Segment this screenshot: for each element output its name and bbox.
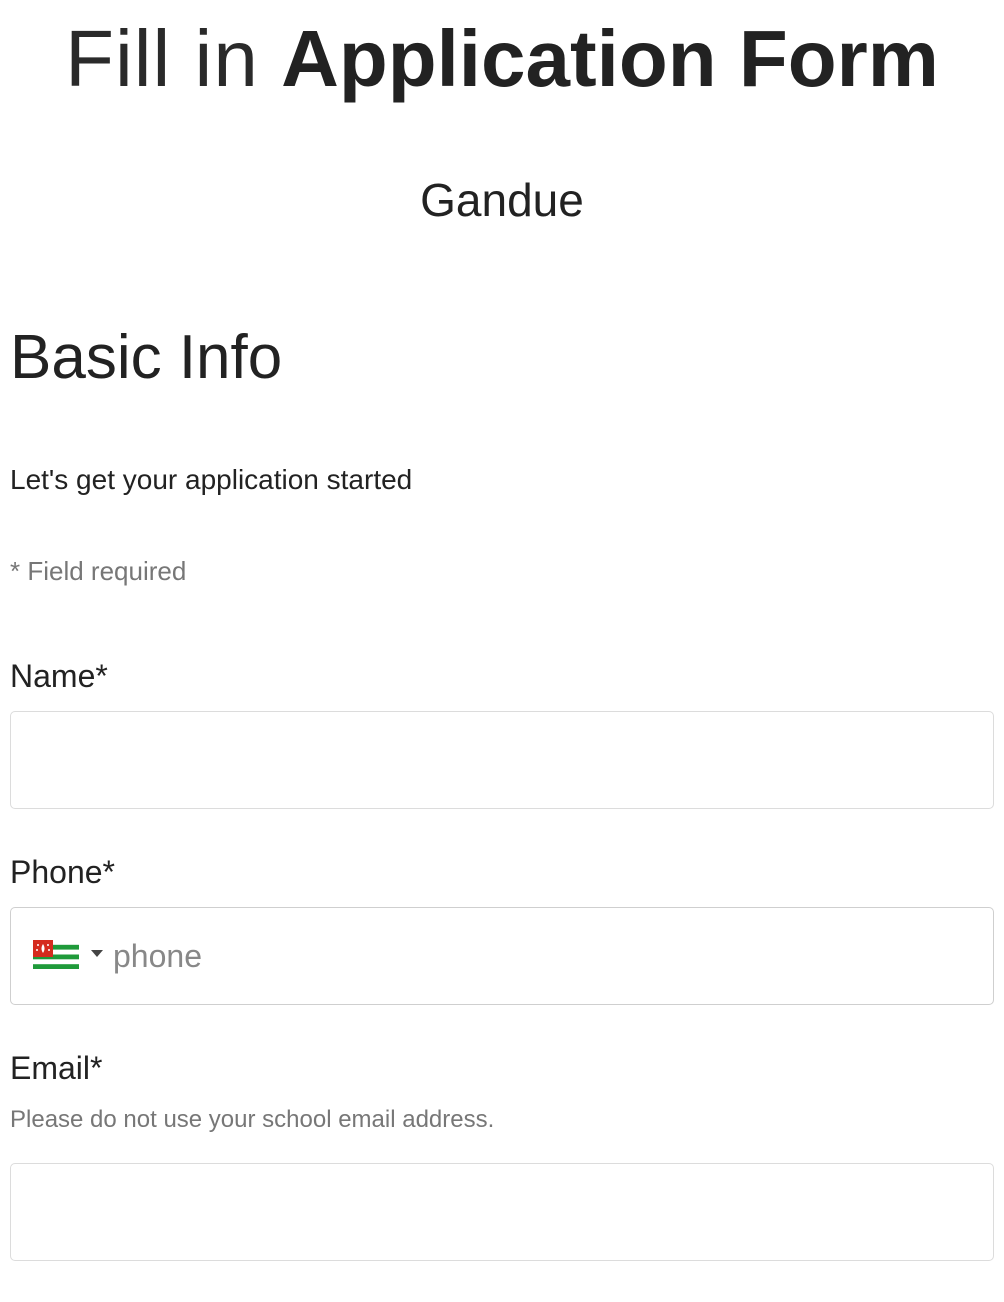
section-title: Basic Info — [10, 323, 283, 392]
email-input[interactable] — [11, 1164, 993, 1260]
application-form-page: Fill in Application Form Gandue Basic In… — [0, 0, 1004, 1302]
page-title: Fill in Application Form — [0, 14, 1004, 104]
name-label: Name* — [10, 658, 108, 694]
organization-name: Gandue — [420, 174, 584, 226]
section-intro: Let's get your application started — [10, 464, 413, 495]
page-title-light: Fill in — [65, 14, 259, 103]
country-dropdown-caret-icon[interactable] — [91, 950, 103, 957]
name-field-container — [10, 711, 994, 809]
page-title-bold: Application Form — [281, 14, 939, 103]
email-hint: Please do not use your school email addr… — [10, 1106, 495, 1133]
email-label: Email* — [10, 1050, 103, 1086]
required-note: * Field required — [10, 556, 187, 586]
phone-label: Phone* — [10, 854, 115, 890]
name-input[interactable] — [11, 712, 993, 808]
phone-input[interactable] — [111, 908, 981, 1004]
email-field-container — [10, 1163, 994, 1261]
abkhazia-flag-icon[interactable] — [33, 940, 79, 974]
phone-field-container — [10, 907, 994, 1005]
